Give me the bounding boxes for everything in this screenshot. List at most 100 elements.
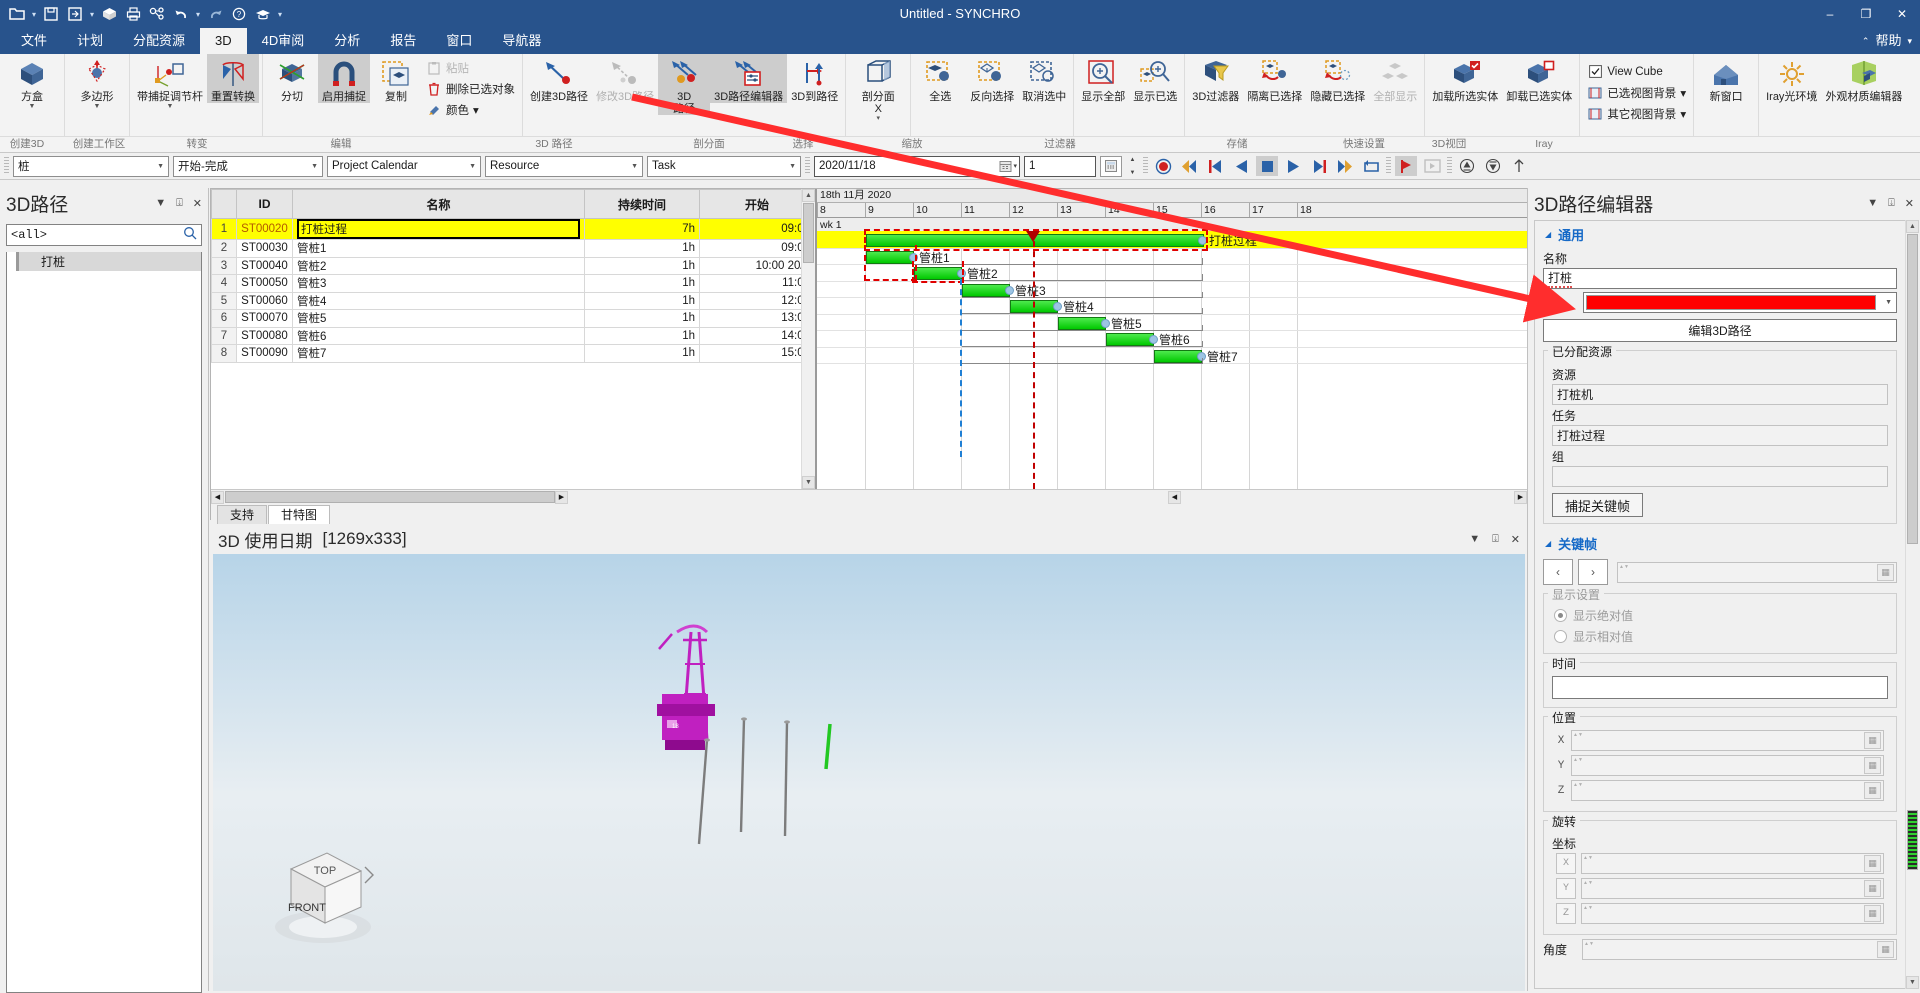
calendar-picker-icon[interactable]: ▾: [999, 160, 1017, 173]
toolbar-grip[interactable]: [1143, 157, 1148, 175]
ribbon-button-show-all[interactable]: 全部显示: [1369, 54, 1421, 103]
section-header-keyframe[interactable]: ◢ 关键帧: [1535, 530, 1905, 557]
search-icon[interactable]: [183, 226, 197, 244]
ribbon-button-paste[interactable]: 粘贴: [422, 58, 519, 77]
gantt-horizontal-scrollbar[interactable]: ◀ ▶ ◀ ▶: [211, 489, 1527, 504]
calculator-icon[interactable]: ▦: [1877, 564, 1894, 581]
button-capture-keyframe[interactable]: 捕捉关键帧: [1552, 493, 1643, 517]
left-panel-tree[interactable]: 打桩: [6, 252, 202, 993]
radio-absolute[interactable]: 显示绝对值: [1548, 605, 1892, 626]
input-position-z[interactable]: ▲▼ ▦: [1571, 780, 1884, 801]
combo-date-mode[interactable]: 开始-完成▼: [173, 156, 323, 177]
ribbon-button-color[interactable]: 颜色 ▾: [422, 100, 519, 119]
spinner-icon[interactable]: ▲▼: [1572, 732, 1584, 749]
chevron-down-icon[interactable]: ▼: [311, 163, 318, 170]
view-cube-widget[interactable]: TOP FRONT: [261, 831, 391, 951]
ribbon-button-3d-filter[interactable]: 3D过滤器: [1188, 54, 1243, 103]
maximize-button[interactable]: ❐: [1848, 0, 1884, 28]
ribbon-button-deselect[interactable]: 取消选中: [1018, 54, 1070, 103]
radio-relative[interactable]: 显示相对值: [1548, 626, 1892, 647]
gantt-row[interactable]: 管桩7: [817, 347, 1527, 365]
chevron-down-icon[interactable]: ▾: [473, 103, 479, 117]
combo-resource-filter[interactable]: 桩▼: [13, 156, 169, 177]
toolbar-grip[interactable]: [1447, 157, 1452, 175]
tab-gantt[interactable]: 甘特图: [268, 505, 330, 524]
input-position-x[interactable]: ▲▼ ▦: [1571, 730, 1884, 751]
loop-button[interactable]: [1360, 156, 1382, 176]
close-icon[interactable]: ✕: [1905, 197, 1914, 210]
record-button[interactable]: [1152, 156, 1174, 176]
input-rotation-y[interactable]: ▲▼ ▦: [1581, 878, 1884, 899]
scroll-left-icon-2[interactable]: ◀: [1168, 491, 1181, 504]
input-color[interactable]: ▼: [1583, 292, 1897, 313]
table-row[interactable]: 1 ST00020 打桩过程 7h 09:00: [212, 219, 815, 240]
close-button[interactable]: ✕: [1884, 0, 1920, 28]
gantt-chart[interactable]: 18th 11月 2020 8 9 10 11 12 13 14 15 16 1…: [817, 189, 1527, 489]
chevron-down-icon[interactable]: ▼: [631, 163, 638, 170]
chevron-down-icon[interactable]: ▼: [1867, 197, 1878, 209]
minimize-button[interactable]: –: [1812, 0, 1848, 28]
table-row[interactable]: 4 ST00050 管桩3 1h 11:00: [212, 275, 815, 293]
calculator-icon[interactable]: ▦: [1864, 757, 1881, 774]
chevron-down-icon[interactable]: ▼: [167, 103, 174, 110]
left-panel-search[interactable]: <all>: [6, 224, 202, 246]
col-header-name[interactable]: 名称: [293, 190, 585, 219]
ribbon-button-box[interactable]: 方盒 ▼: [3, 54, 61, 110]
scroll-thumb[interactable]: [803, 203, 814, 263]
view-3d-canvas[interactable]: 18: [213, 554, 1525, 991]
scroll-up-icon[interactable]: ▲: [1906, 220, 1919, 233]
tab-file[interactable]: 文件: [6, 28, 62, 54]
close-icon[interactable]: ✕: [1511, 533, 1520, 546]
ribbon-button-other-view-background[interactable]: 其它视图背景 ▾: [1583, 104, 1690, 123]
prev-button[interactable]: [1204, 156, 1226, 176]
ribbon-button-modify-3d-path[interactable]: 修改3D路径: [592, 54, 658, 103]
play-button[interactable]: [1282, 156, 1304, 176]
tab-navigator[interactable]: 导航器: [487, 28, 556, 54]
col-header-start[interactable]: 开始: [700, 190, 815, 219]
cell-name[interactable]: 管桩7: [293, 345, 585, 363]
scroll-thumb[interactable]: [1907, 234, 1918, 544]
ribbon-toggle-view-cube[interactable]: View Cube: [1583, 62, 1690, 81]
chevron-down-icon[interactable]: ▼: [157, 163, 164, 170]
input-rotation-x[interactable]: ▲▼ ▦: [1581, 853, 1884, 874]
tab-analysis[interactable]: 分析: [319, 28, 375, 54]
axis-button-x[interactable]: X: [1556, 853, 1576, 874]
chevron-down-icon[interactable]: ▾: [1680, 86, 1686, 100]
spinner-icon[interactable]: ▲▼: [1582, 855, 1594, 872]
table-row[interactable]: 6 ST00070 管桩5 1h 13:00: [212, 310, 815, 328]
spinner-icon[interactable]: ▲▼: [1583, 941, 1595, 958]
ribbon-button-invert-selection[interactable]: 反向选择: [966, 54, 1018, 103]
button-prev-keyframe[interactable]: ‹: [1543, 559, 1573, 585]
input-position-y[interactable]: ▲▼ ▦: [1571, 755, 1884, 776]
chevron-down-icon[interactable]: ▼: [789, 163, 796, 170]
scroll-thumb[interactable]: [225, 491, 555, 503]
tab-window[interactable]: 窗口: [431, 28, 487, 54]
spinner-icon[interactable]: ▲▼: [1582, 905, 1594, 922]
gantt-row[interactable]: 管桩6: [817, 330, 1527, 348]
up-arrow-button[interactable]: [1508, 156, 1530, 176]
ribbon-button-hide-selected[interactable]: 隐藏已选择: [1306, 54, 1369, 103]
ribbon-button-zoom-selected[interactable]: 显示已选: [1129, 54, 1181, 103]
combo-calendar[interactable]: Project Calendar▼: [327, 156, 481, 177]
table-row[interactable]: 2 ST00030 管桩1 1h 09:00: [212, 240, 815, 258]
ribbon-button-enable-snap[interactable]: 启用捕捉: [318, 54, 370, 103]
toolbar-grip[interactable]: [1386, 157, 1391, 175]
col-header-id[interactable]: ID: [237, 190, 293, 219]
cell-name[interactable]: 管桩2: [293, 257, 585, 275]
ribbon-button-isolate-selected[interactable]: 隔离已选择: [1243, 54, 1306, 103]
ribbon-button-unload-entities[interactable]: 卸载已选实体: [1502, 54, 1576, 103]
calculator-icon[interactable]: ▦: [1864, 855, 1881, 872]
calculator-icon[interactable]: ▦: [1864, 905, 1881, 922]
calculator-button[interactable]: [1100, 156, 1122, 177]
tree-item-piling[interactable]: 打桩: [16, 252, 201, 271]
spinner-icon[interactable]: ▲▼: [1572, 782, 1584, 799]
ribbon-button-3d-path-editor[interactable]: 3D路径编辑器: [710, 54, 787, 103]
triangle-collapse-icon[interactable]: ◢: [1545, 230, 1551, 239]
ribbon-button-copy[interactable]: 复制: [370, 54, 422, 103]
col-header-index[interactable]: [212, 190, 237, 219]
table-row[interactable]: 8 ST00090 管桩7 1h 15:00: [212, 345, 815, 363]
ribbon-button-create-3d-path[interactable]: 创建3D路径: [526, 54, 592, 103]
calculator-icon[interactable]: ▦: [1864, 732, 1881, 749]
ribbon-button-material-editor[interactable]: 外观材质编辑器: [1821, 54, 1906, 103]
rewind-button[interactable]: [1230, 156, 1252, 176]
